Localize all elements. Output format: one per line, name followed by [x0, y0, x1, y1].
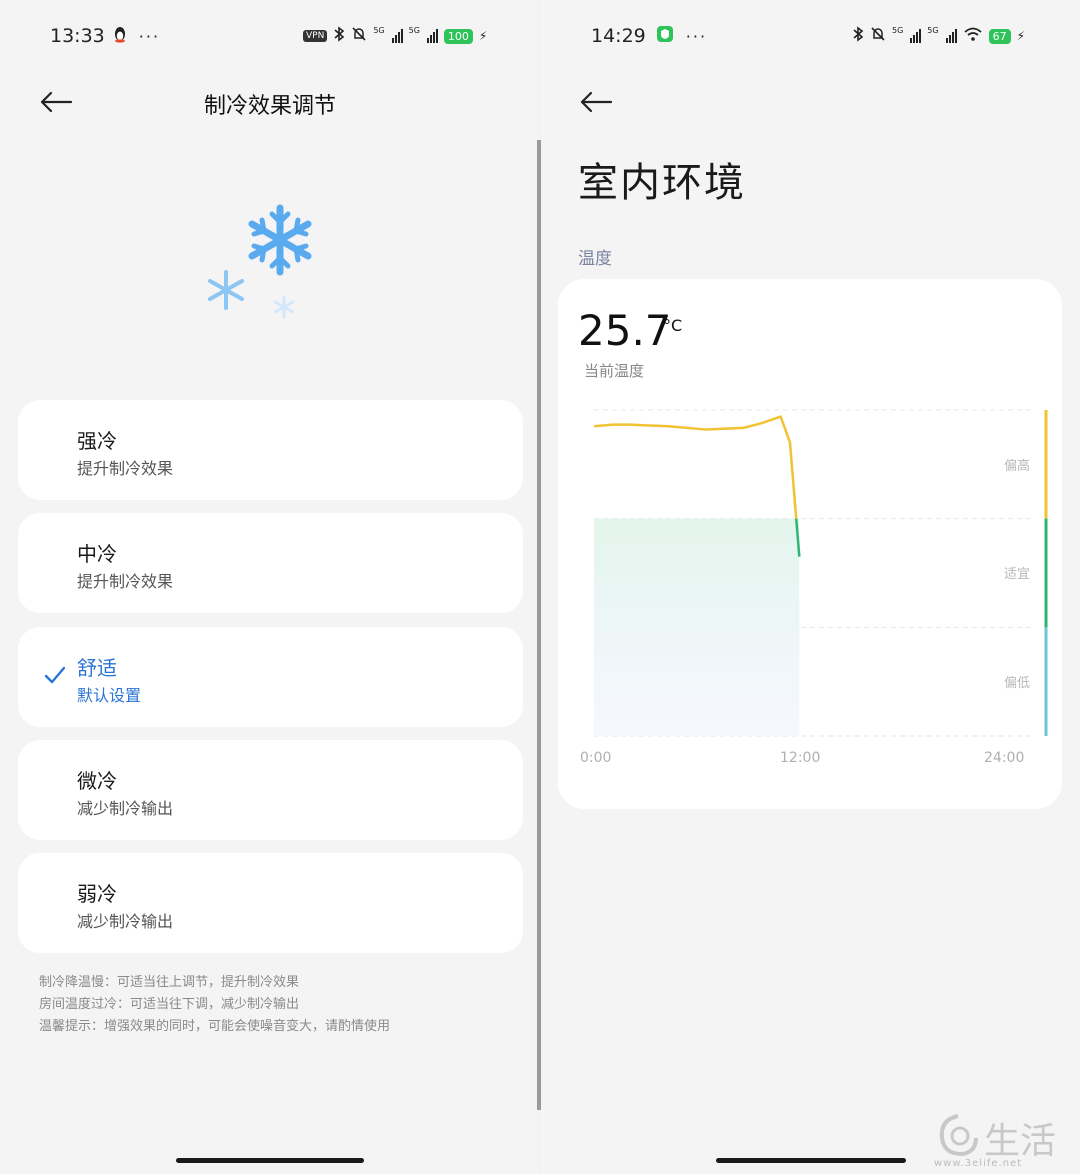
status-bar-left: 13:33 ··· — [50, 22, 160, 50]
option-title: 强冷 — [77, 429, 117, 453]
arrow-left-icon — [580, 91, 613, 113]
checkmark-icon — [44, 666, 66, 684]
temperature-line-high — [593, 415, 798, 519]
home-indicator[interactable] — [176, 1158, 364, 1163]
cooling-settings-screen: 13:33 ··· VPN 5G 5G 100 ⚡ 制冷效果调节 强冷 提升制冷… — [0, 0, 537, 1174]
more-notifications-icon: ··· — [685, 26, 708, 46]
temperature-unit: °C — [663, 316, 683, 335]
back-button[interactable] — [578, 90, 614, 114]
app-notification-icon — [656, 25, 674, 48]
status-time: 13:33 — [50, 25, 105, 47]
charging-icon: ⚡ — [1016, 29, 1026, 43]
bluetooth-icon — [333, 26, 345, 46]
band-label-low: 偏低 — [1004, 676, 1031, 691]
signal-icon — [426, 29, 438, 43]
option-title: 微冷 — [77, 769, 117, 793]
more-notifications-icon: ··· — [138, 26, 161, 46]
option-subtitle: 减少制冷输出 — [77, 912, 174, 931]
status-time: 14:29 — [591, 25, 646, 47]
section-label-temperature: 温度 — [578, 249, 612, 269]
bluetooth-icon — [852, 26, 864, 46]
network-type-label: 5G — [927, 25, 939, 35]
current-temperature-caption: 当前温度 — [584, 362, 645, 380]
tip-line: 制冷降温慢：可适当往上调节，提升制冷效果 — [39, 975, 300, 990]
option-strong-cool[interactable]: 强冷 提升制冷效果 — [18, 400, 523, 500]
option-subtitle: 提升制冷效果 — [77, 572, 174, 591]
x-tick-label: 24:00 — [984, 750, 1025, 766]
snowflake-small-icon — [206, 270, 246, 314]
tips-text: 制冷降温慢：可适当往上调节，提升制冷效果 房间温度过冷：可适当往下调，减少制冷输… — [39, 972, 390, 1038]
charging-icon: ⚡ — [478, 29, 488, 43]
option-light-cool[interactable]: 微冷 减少制冷输出 — [18, 740, 523, 840]
mute-bell-icon — [870, 26, 886, 46]
home-indicator[interactable] — [716, 1158, 906, 1163]
status-icons-left: VPN 5G 5G 100 ⚡ — [303, 22, 487, 50]
current-temperature-value: 25.7 — [578, 306, 672, 355]
option-subtitle: 提升制冷效果 — [77, 459, 174, 478]
snowflake-large-icon — [244, 204, 316, 280]
signal-icon — [945, 29, 957, 43]
page-title: 制冷效果调节 — [203, 94, 336, 119]
option-subtitle: 默认设置 — [77, 686, 142, 705]
battery-icon: 67 — [988, 28, 1011, 44]
temperature-chart — [593, 409, 1048, 737]
temperature-area — [594, 518, 800, 736]
logo-mark-icon — [939, 1114, 978, 1157]
option-title: 中冷 — [77, 542, 117, 566]
x-tick-label: 12:00 — [780, 750, 821, 766]
tip-line: 温馨提示：增强效果的同时，可能会使噪音变大，请酌情使用 — [39, 1019, 391, 1034]
option-medium-cool[interactable]: 中冷 提升制冷效果 — [18, 513, 523, 613]
watermark-url: www.3elife.net — [934, 1158, 1023, 1169]
watermark-text: 生活 — [984, 1121, 1057, 1162]
signal-icon — [391, 29, 403, 43]
status-icons-right: 5G 5G 67 ⚡ — [852, 22, 1025, 50]
x-tick-label: 0:00 — [580, 750, 612, 766]
signal-icon — [910, 29, 922, 43]
mute-bell-icon — [351, 26, 367, 46]
option-comfort[interactable]: 舒适 默认设置 — [18, 627, 523, 727]
vpn-icon: VPN — [303, 30, 328, 42]
page-title: 室内环境 — [578, 160, 746, 206]
status-bar-right: 14:29 ··· — [591, 22, 707, 50]
network-type-label: 5G — [373, 25, 385, 35]
band-label-high: 偏高 — [1004, 459, 1031, 474]
battery-icon: 100 — [443, 28, 473, 44]
band-label-comfortable: 适宜 — [1004, 567, 1031, 582]
option-weak-cool[interactable]: 弱冷 减少制冷输出 — [18, 853, 523, 953]
option-subtitle: 减少制冷输出 — [77, 799, 174, 818]
network-type-label: 5G — [408, 25, 420, 35]
option-title: 弱冷 — [77, 882, 117, 906]
tip-line: 房间温度过冷：可适当往下调，减少制冷输出 — [39, 997, 300, 1012]
qq-penguin-icon — [113, 25, 127, 48]
wifi-icon — [963, 26, 983, 46]
option-title: 舒适 — [77, 656, 117, 680]
snowflake-tiny-icon — [272, 295, 296, 323]
network-type-label: 5G — [892, 25, 904, 35]
